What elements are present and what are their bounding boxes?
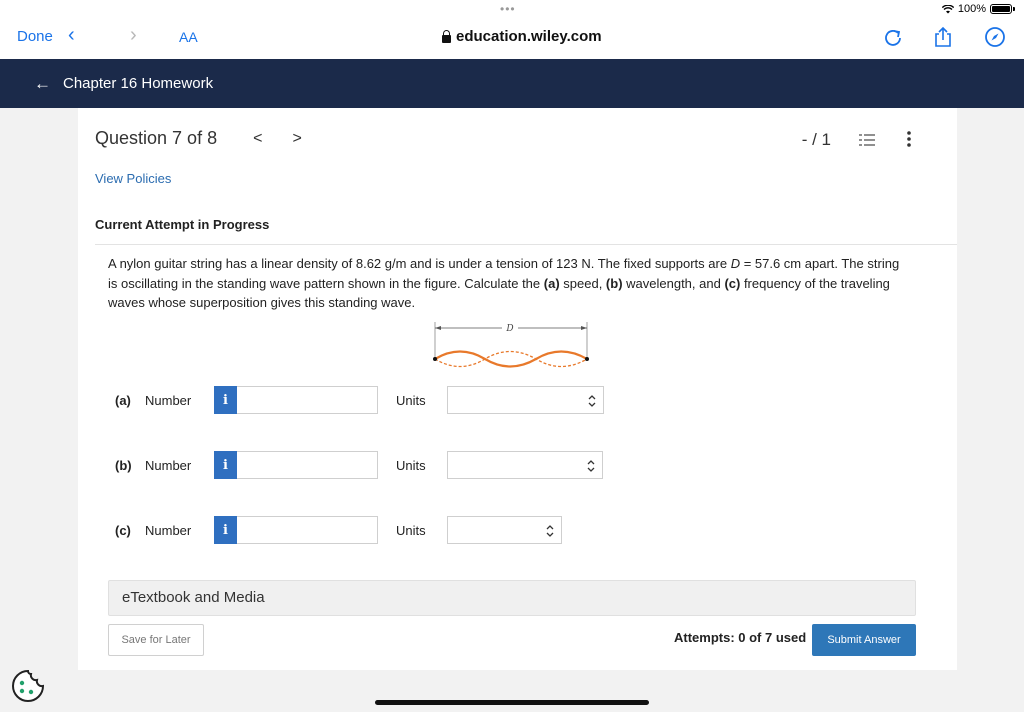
question-list-icon[interactable] bbox=[859, 132, 875, 148]
address-bar[interactable]: education.wiley.com bbox=[442, 28, 602, 45]
units-label: Units bbox=[396, 392, 426, 408]
status-right: 100% bbox=[941, 3, 1015, 15]
cookie-settings-icon[interactable] bbox=[10, 668, 46, 704]
share-icon[interactable] bbox=[932, 26, 954, 48]
submit-answer-button[interactable]: Submit Answer bbox=[812, 624, 916, 656]
info-button[interactable]: i bbox=[214, 386, 237, 414]
assignment-header: ← Chapter 16 Homework bbox=[0, 59, 1024, 108]
more-options-icon[interactable] bbox=[907, 130, 911, 148]
question-counter: Question 7 of 8 bbox=[95, 128, 218, 148]
part-label: (c) bbox=[115, 522, 131, 538]
lock-icon bbox=[442, 29, 451, 43]
etextbook-media-panel[interactable]: eTextbook and Media bbox=[108, 580, 916, 616]
part-c-ref: (c) bbox=[724, 275, 741, 291]
dimension-label: D bbox=[505, 324, 513, 334]
arrow-right bbox=[581, 326, 587, 330]
next-question-button[interactable]: > bbox=[292, 130, 301, 148]
done-button[interactable]: Done bbox=[17, 28, 53, 45]
battery-percent: 100% bbox=[957, 3, 986, 15]
node-left bbox=[433, 357, 437, 361]
variable-d: D bbox=[730, 256, 741, 271]
part-label: (b) bbox=[115, 457, 132, 473]
units-label: Units bbox=[396, 522, 426, 538]
status-bar: ••• 100% bbox=[0, 0, 1024, 18]
browser-toolbar: Done ‹ › AA education.wiley.com bbox=[0, 18, 1024, 59]
number-input-a[interactable] bbox=[237, 386, 378, 414]
units-select-c[interactable] bbox=[447, 516, 562, 544]
wave-solid bbox=[434, 350, 588, 368]
units-label: Units bbox=[396, 457, 426, 473]
select-chevron-icon bbox=[588, 395, 596, 407]
tab-dots: ••• bbox=[500, 2, 516, 16]
select-chevron-icon bbox=[587, 460, 595, 472]
node-right bbox=[585, 357, 589, 361]
part-a-ref: (a) bbox=[543, 275, 560, 291]
units-select-a[interactable] bbox=[447, 386, 604, 414]
save-for-later-button[interactable]: Save for Later bbox=[108, 624, 204, 656]
answer-row-a: (a) Number i Units bbox=[115, 386, 604, 414]
divider bbox=[95, 244, 957, 245]
wifi-icon bbox=[941, 4, 954, 13]
units-select-b[interactable] bbox=[447, 451, 603, 479]
assignment-title: Chapter 16 Homework bbox=[63, 75, 214, 92]
part-label: (a) bbox=[115, 392, 131, 408]
battery-icon bbox=[990, 4, 1015, 14]
answer-row-b: (b) Number i Units bbox=[115, 451, 603, 479]
question-text-part: speed, bbox=[559, 275, 606, 291]
compass-icon[interactable] bbox=[984, 26, 1006, 48]
number-input-b[interactable] bbox=[237, 451, 378, 479]
attempts-counter: Attempts: 0 of 7 used bbox=[674, 630, 807, 645]
back-arrow-icon[interactable]: ← bbox=[34, 74, 51, 94]
info-button[interactable]: i bbox=[214, 516, 237, 544]
url-text: education.wiley.com bbox=[456, 28, 602, 45]
question-text-part: A nylon guitar string has a linear densi… bbox=[108, 256, 731, 271]
part-b-ref: (b) bbox=[605, 275, 623, 291]
select-chevron-icon bbox=[546, 525, 554, 537]
text-size-button[interactable]: AA bbox=[179, 29, 198, 45]
forward-icon[interactable]: › bbox=[130, 24, 137, 47]
answer-row-c: (c) Number i Units bbox=[115, 516, 562, 544]
number-label: Number bbox=[145, 522, 192, 538]
info-button[interactable]: i bbox=[214, 451, 237, 479]
question-text: A nylon guitar string has a linear densi… bbox=[108, 254, 908, 313]
wave-dashed bbox=[434, 350, 588, 368]
attempt-status: Current Attempt in Progress bbox=[95, 217, 270, 232]
question-card: Question 7 of 8 < > - / 1 View Policies … bbox=[78, 108, 957, 670]
number-label: Number bbox=[145, 457, 192, 473]
reload-icon[interactable] bbox=[882, 26, 904, 48]
arrow-left bbox=[435, 326, 441, 330]
prev-question-button[interactable]: < bbox=[253, 130, 262, 148]
standing-wave-figure: D bbox=[433, 322, 589, 368]
question-nav: Question 7 of 8 < > bbox=[95, 128, 302, 149]
question-text-part: wavelength, and bbox=[622, 275, 725, 291]
view-policies-link[interactable]: View Policies bbox=[95, 171, 171, 186]
home-indicator bbox=[375, 700, 649, 705]
number-input-c[interactable] bbox=[237, 516, 378, 544]
number-label: Number bbox=[145, 392, 192, 408]
score-display: - / 1 bbox=[801, 130, 831, 149]
back-icon[interactable]: ‹ bbox=[68, 24, 75, 47]
